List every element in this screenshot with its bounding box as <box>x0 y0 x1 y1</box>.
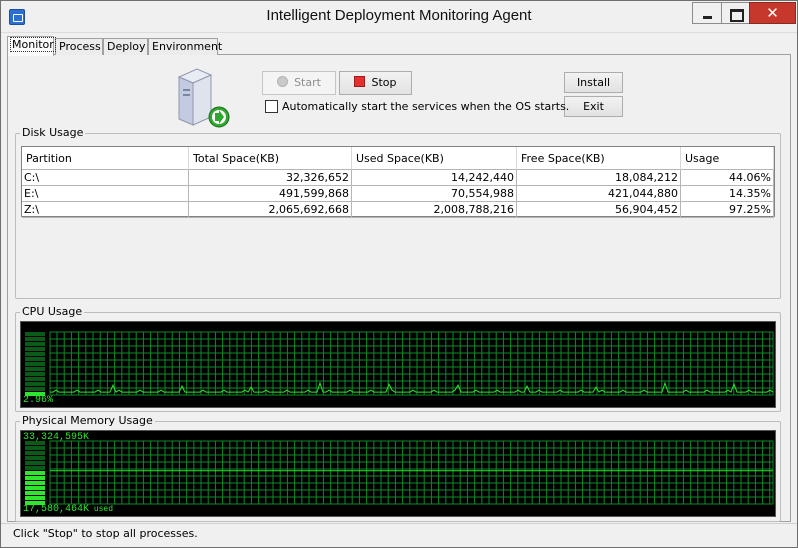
table-row[interactable]: C:\ 32,326,652 14,242,440 18,084,212 44.… <box>22 170 774 186</box>
cell-total: 491,599,868 <box>189 186 352 202</box>
meter-segment <box>25 382 45 386</box>
column-header-total[interactable]: Total Space(KB) <box>189 147 352 170</box>
start-icon <box>277 76 289 87</box>
meter-segment <box>25 496 45 500</box>
meter-segment <box>25 456 45 460</box>
meter-segment <box>25 362 45 366</box>
meter-segment <box>25 337 45 341</box>
cell-free: 56,904,452 <box>517 202 681 218</box>
cell-usage: 97.25% <box>681 202 774 218</box>
cpu-usage-graph: 2.96% <box>20 321 776 408</box>
cell-total: 2,065,692,668 <box>189 202 352 218</box>
meter-segment <box>25 332 45 336</box>
memory-usage-graph: 33,324,595K 17,580,464K used <box>20 430 776 517</box>
meter-segment <box>25 476 45 480</box>
cpu-usage-title: CPU Usage <box>20 305 85 318</box>
meter-segment <box>25 466 45 470</box>
close-button[interactable]: ✕ <box>749 2 796 24</box>
cell-free: 18,084,212 <box>517 170 681 186</box>
cell-usage: 14.35% <box>681 186 774 202</box>
meter-segment <box>25 486 45 490</box>
tab-monitor[interactable]: Monitor <box>7 36 56 56</box>
cpu-graph-canvas <box>25 331 774 396</box>
graph-grid-border <box>49 440 774 505</box>
install-button[interactable]: Install <box>564 72 623 93</box>
status-bar: Click "Stop" to stop all processes. <box>1 523 797 548</box>
memory-usage-title: Physical Memory Usage <box>20 414 155 427</box>
close-icon: ✕ <box>766 4 779 22</box>
tab-process[interactable]: Process <box>55 38 103 55</box>
cell-used: 14,242,440 <box>352 170 517 186</box>
disk-table: Partition Total Space(KB) Used Space(KB)… <box>21 146 775 218</box>
cell-usage: 44.06% <box>681 170 774 186</box>
cpu-usage-value: 2.96% <box>23 395 54 406</box>
column-header-used[interactable]: Used Space(KB) <box>352 147 517 170</box>
column-header-free[interactable]: Free Space(KB) <box>517 147 681 170</box>
cell-partition: E:\ <box>22 186 189 202</box>
cell-partition: Z:\ <box>22 202 189 218</box>
meter-segment <box>25 357 45 361</box>
meter-segment <box>25 372 45 376</box>
column-header-usage[interactable]: Usage <box>681 147 774 170</box>
meter-segment <box>25 481 45 485</box>
tab-deploy[interactable]: Deploy <box>103 38 148 55</box>
maximize-button[interactable] <box>721 2 749 24</box>
start-button[interactable]: Start <box>262 71 336 95</box>
meter-segment <box>25 352 45 356</box>
window-title: Intelligent Deployment Monitoring Agent <box>266 7 532 24</box>
cell-used: 70,554,988 <box>352 186 517 202</box>
column-header-partition[interactable]: Partition <box>22 147 189 170</box>
table-row[interactable]: Z:\ 2,065,692,668 2,008,788,216 56,904,4… <box>22 202 774 218</box>
cell-used: 2,008,788,216 <box>352 202 517 218</box>
meter-segment <box>25 451 45 455</box>
disk-usage-title: Disk Usage <box>20 126 86 139</box>
stop-button[interactable]: Stop <box>339 71 412 95</box>
table-row[interactable]: E:\ 491,599,868 70,554,988 421,044,880 1… <box>22 186 774 202</box>
stop-icon <box>354 76 366 87</box>
meter-segment <box>25 387 45 391</box>
app-window: Intelligent Deployment Monitoring Agent … <box>0 0 798 548</box>
cell-free: 421,044,880 <box>517 186 681 202</box>
cell-partition: C:\ <box>22 170 189 186</box>
exit-button[interactable]: Exit <box>564 96 623 117</box>
meter-segment <box>25 446 45 450</box>
autostart-checkbox[interactable] <box>265 100 278 113</box>
server-icon <box>177 68 230 128</box>
status-text: Click "Stop" to stop all processes. <box>13 527 198 540</box>
title-bar[interactable]: Intelligent Deployment Monitoring Agent … <box>1 1 797 33</box>
cell-total: 32,326,652 <box>189 170 352 186</box>
meter-segment <box>25 377 45 381</box>
meter-segment <box>25 367 45 371</box>
minimize-button[interactable] <box>692 2 722 24</box>
memory-graph-canvas <box>25 440 774 505</box>
memory-total-value: 33,324,595K <box>23 432 90 443</box>
meter-segment <box>25 347 45 351</box>
meter-segment <box>25 342 45 346</box>
meter-segment <box>25 471 45 475</box>
memory-used-value: 17,580,464K used <box>23 504 114 515</box>
tab-environment[interactable]: Environment <box>148 38 222 55</box>
autostart-label: Automatically start the services when th… <box>282 100 570 113</box>
meter-segment <box>25 461 45 465</box>
meter-segment <box>25 491 45 495</box>
